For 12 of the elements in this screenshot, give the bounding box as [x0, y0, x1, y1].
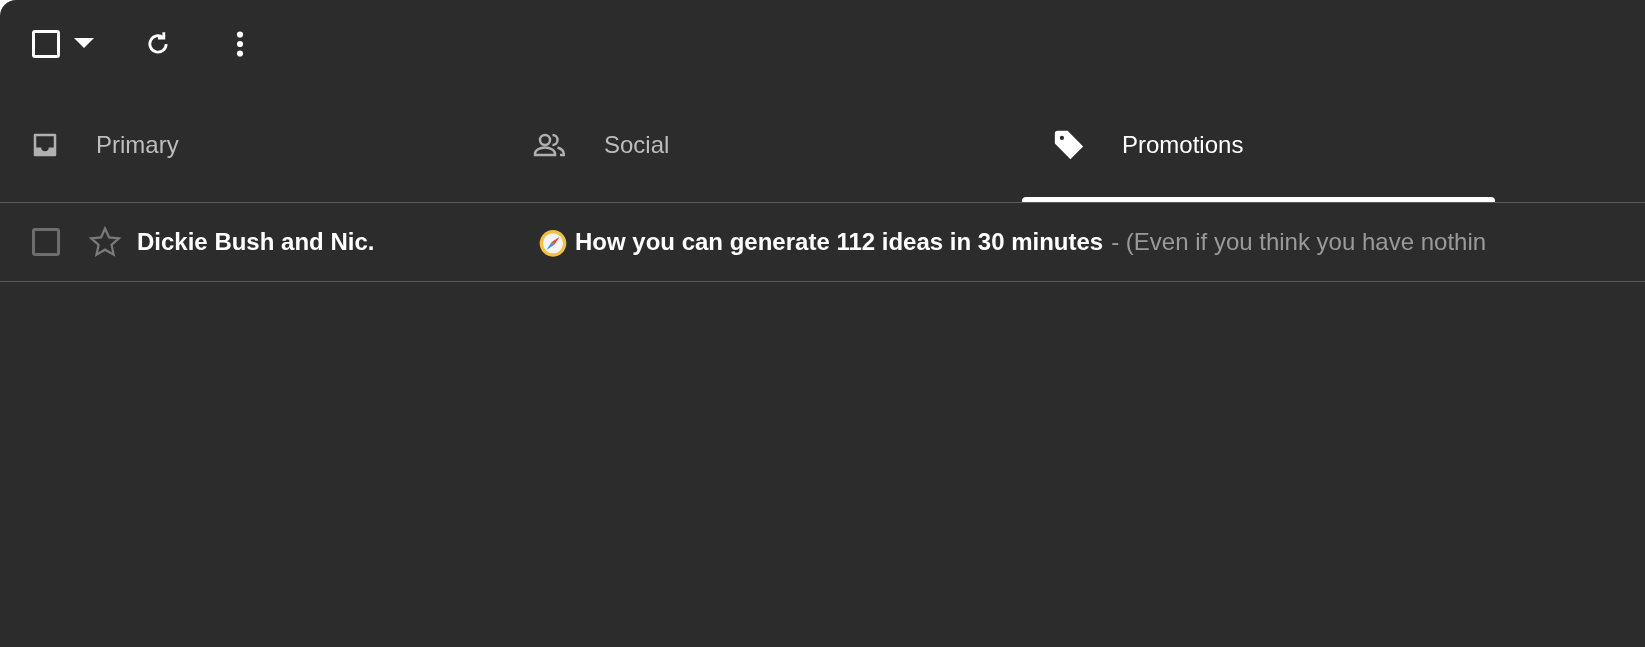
caret-icon[interactable]: [74, 38, 94, 50]
email-checkbox[interactable]: [32, 228, 60, 256]
select-all-checkbox[interactable]: [32, 30, 60, 58]
more-options-icon[interactable]: [236, 31, 244, 57]
category-tab[interactable]: Promotions: [1022, 88, 1495, 202]
email-sender: Dickie Bush and Nic.: [137, 227, 376, 257]
category-tab[interactable]: Social: [502, 88, 1022, 202]
star-icon[interactable]: [88, 225, 122, 259]
category-tab[interactable]: Primary: [0, 88, 502, 202]
email-snippet: - (Even if you think you have nothin: [1111, 227, 1487, 257]
email-subject: How you can generate 112 ideas in 30 minutes: [575, 227, 1104, 257]
tag-icon: [1052, 128, 1086, 162]
